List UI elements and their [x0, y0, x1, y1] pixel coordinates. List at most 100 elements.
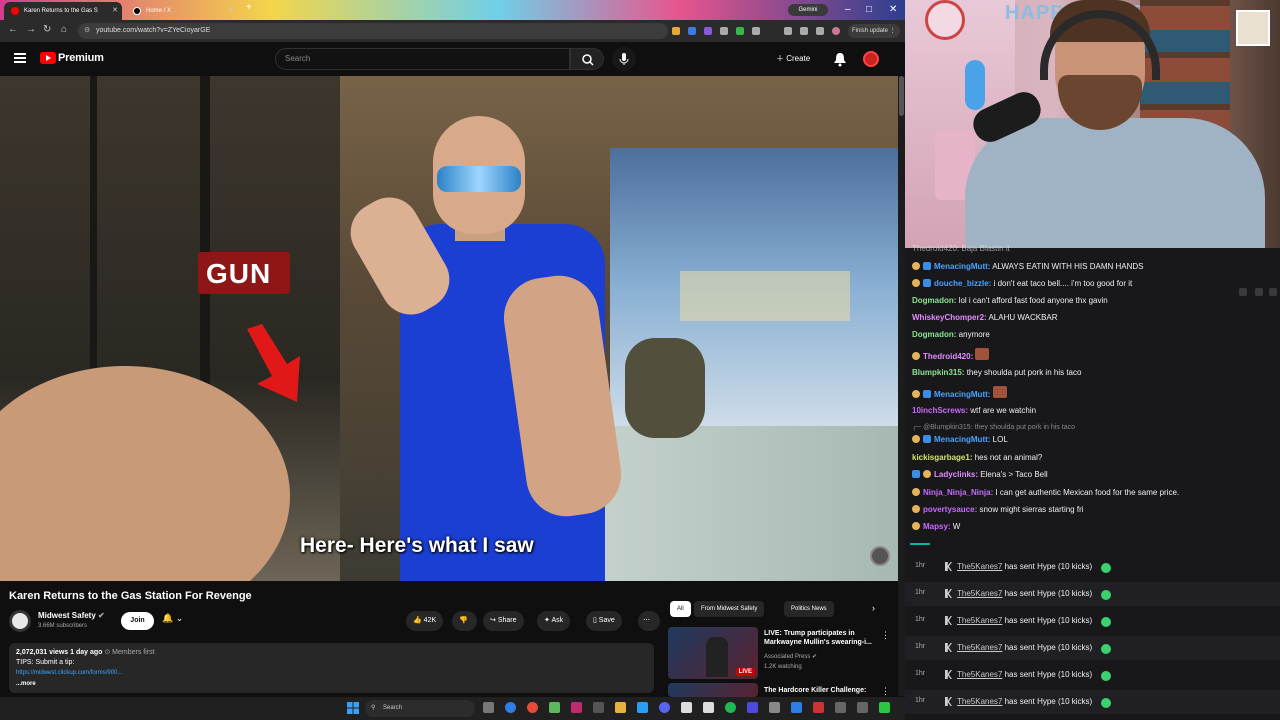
scrollbar-thumb[interactable]: [899, 76, 904, 116]
chat-username[interactable]: MenacingMutt:: [934, 390, 990, 399]
event-username[interactable]: The5Kanes7: [957, 643, 1002, 652]
app-icon[interactable]: [857, 702, 868, 713]
chat-username[interactable]: Dogmadon:: [912, 296, 956, 305]
split-view-icon[interactable]: [816, 27, 824, 35]
app-icon[interactable]: [769, 702, 780, 713]
extension-icon[interactable]: [704, 27, 712, 35]
app-icon[interactable]: [813, 702, 824, 713]
youtube-logo-icon[interactable]: [40, 52, 56, 64]
chat-username[interactable]: Ninja_Ninja_Ninja:: [923, 488, 993, 497]
profile-avatar-icon[interactable]: [832, 27, 840, 35]
menu-icon[interactable]: [14, 53, 26, 63]
app-icon[interactable]: [703, 702, 714, 713]
like-button[interactable]: 👍 42K: [406, 611, 444, 631]
sidebar-icon[interactable]: [784, 27, 792, 35]
chat-username[interactable]: douche_bizzle:: [934, 279, 991, 288]
chat-username[interactable]: MenacingMutt:: [934, 435, 990, 444]
chip-from-channel[interactable]: From Midwest Safety: [694, 601, 765, 617]
chat-username[interactable]: povertysauce:: [923, 505, 977, 514]
chevron-right-icon[interactable]: ›: [872, 603, 875, 613]
more-actions-button[interactable]: ⋯: [638, 611, 660, 631]
gemini-button[interactable]: Gemini: [788, 4, 828, 16]
tab-x[interactable]: Home / X ✕: [126, 2, 238, 20]
chat-username[interactable]: Blumpkin315:: [912, 368, 964, 377]
recommendation-menu-icon[interactable]: ⋮: [881, 630, 890, 641]
chat-username[interactable]: 10inchScrews:: [912, 406, 968, 415]
video-player[interactable]: GUN Here- Here's what I saw: [0, 76, 898, 581]
event-username[interactable]: The5Kanes7: [957, 589, 1002, 598]
event-username[interactable]: The5Kanes7: [957, 616, 1002, 625]
chat-username[interactable]: kickisgarbage1:: [912, 453, 972, 462]
chat-username[interactable]: Dogmadon:: [912, 330, 956, 339]
spotify-icon[interactable]: [725, 702, 736, 713]
downloads-icon[interactable]: [800, 27, 808, 35]
extension-icon[interactable]: [720, 27, 728, 35]
app-icon[interactable]: [835, 702, 846, 713]
extension-icon[interactable]: [688, 27, 696, 35]
voice-search-button[interactable]: [612, 47, 636, 71]
reply-icon[interactable]: [1255, 288, 1263, 296]
create-button[interactable]: ＋ Create: [772, 48, 814, 70]
event-username[interactable]: The5Kanes7: [957, 562, 1002, 571]
notifications-bell-icon[interactable]: [833, 51, 847, 67]
search-button[interactable]: [570, 48, 604, 70]
task-view-icon[interactable]: [483, 702, 494, 713]
app-icon[interactable]: [747, 702, 758, 713]
address-bar[interactable]: ⚙ youtube.com/watch?v=ZYeCioyarGE: [78, 23, 668, 39]
extensions-puzzle-icon[interactable]: [752, 27, 760, 35]
recommendation-menu-icon[interactable]: ⋮: [881, 686, 890, 697]
discord-icon[interactable]: [659, 702, 670, 713]
page-scrollbar[interactable]: [898, 76, 905, 696]
recommendation-thumbnail[interactable]: LIVE: [668, 627, 758, 679]
close-window-icon[interactable]: ✕: [889, 0, 897, 20]
chat-username[interactable]: Mapsy:: [923, 522, 951, 531]
back-icon[interactable]: ←: [8, 24, 18, 35]
forward-icon[interactable]: →: [26, 24, 36, 35]
channel-watermark-icon[interactable]: [870, 546, 890, 566]
app-icon[interactable]: [879, 702, 890, 713]
pin-icon[interactable]: [1239, 288, 1247, 296]
recommendation-title[interactable]: The Hardcore Killer Challenge:: [764, 686, 879, 695]
ask-button[interactable]: ✦ Ask: [537, 611, 571, 631]
chat-username[interactable]: Ladyclinks:: [934, 470, 978, 479]
edge-icon[interactable]: [505, 702, 516, 713]
home-icon[interactable]: ⌂: [61, 24, 67, 35]
taskbar-search[interactable]: ⚲ Search: [365, 700, 475, 717]
event-username[interactable]: The5Kanes7: [957, 697, 1002, 706]
app-icon[interactable]: [681, 702, 692, 713]
minimize-icon[interactable]: –: [845, 0, 851, 20]
show-more-link[interactable]: ...more: [16, 681, 36, 687]
recommendation-thumbnail[interactable]: [668, 683, 758, 697]
dislike-button[interactable]: 👎: [452, 611, 477, 631]
share-button[interactable]: ↪ Share: [483, 611, 524, 631]
event-username[interactable]: The5Kanes7: [957, 670, 1002, 679]
chrome-icon[interactable]: [527, 702, 538, 713]
channel-avatar[interactable]: [9, 610, 31, 632]
channel-name[interactable]: Midwest Safety ✔: [38, 611, 105, 620]
close-tab-icon[interactable]: ✕: [112, 2, 118, 20]
more-icon[interactable]: [1269, 288, 1277, 296]
chip-politics-news[interactable]: Politics News: [784, 601, 834, 617]
finish-update-button[interactable]: Finish update ⋮: [848, 24, 900, 38]
app-icon[interactable]: [593, 702, 604, 713]
chat-username[interactable]: MenacingMutt:: [934, 262, 990, 271]
youtube-premium-logo[interactable]: Premium: [58, 52, 104, 64]
file-explorer-icon[interactable]: [615, 702, 626, 713]
chat-username[interactable]: Thedroid420:: [923, 352, 973, 361]
app-icon[interactable]: [637, 702, 648, 713]
account-avatar[interactable]: [863, 51, 879, 67]
close-tab-icon[interactable]: ✕: [228, 2, 234, 20]
chip-all[interactable]: All: [670, 601, 691, 617]
app-icon[interactable]: [791, 702, 802, 713]
description-box[interactable]: 2,072,031 views 1 day ago ⊙ Members firs…: [9, 643, 654, 693]
subscription-bell-button[interactable]: 🔔 ⌄: [162, 613, 183, 624]
join-button[interactable]: Join: [121, 612, 154, 630]
site-info-icon[interactable]: ⚙: [84, 23, 90, 39]
recommendation-title[interactable]: LIVE: Trump participates in Markwayne Mu…: [764, 629, 879, 647]
extension-icon[interactable]: [672, 27, 680, 35]
save-button[interactable]: ▯ Save: [586, 611, 622, 631]
reply-context[interactable]: ╭─ @Blumpkin315: they shoulda put pork i…: [912, 423, 1075, 431]
extension-icon[interactable]: [736, 27, 744, 35]
reload-icon[interactable]: ↻: [43, 24, 51, 35]
windows-start-icon[interactable]: [347, 702, 359, 714]
